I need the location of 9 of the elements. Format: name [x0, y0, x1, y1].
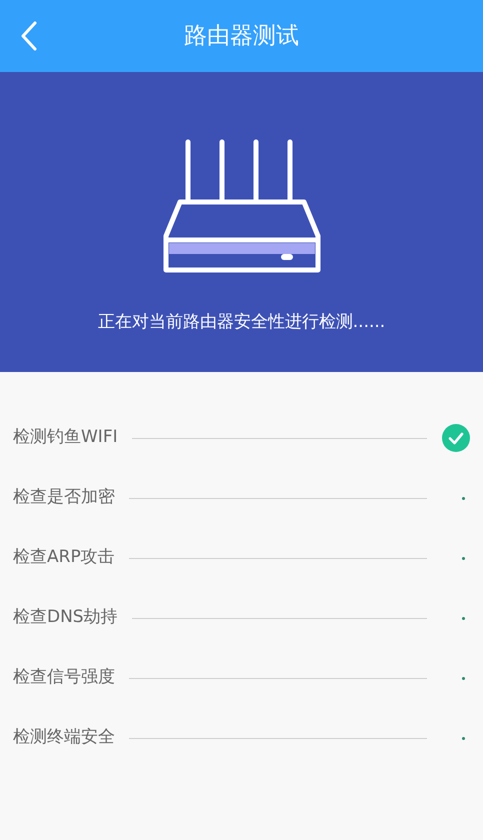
check-label: 检测终端安全: [13, 726, 115, 750]
check-label: 检测钓鱼WIFI: [13, 426, 118, 450]
back-icon: [21, 21, 37, 51]
check-label: 检查信号强度: [13, 666, 115, 690]
scan-status-text: 正在对当前路由器安全性进行检测......: [98, 311, 386, 334]
check-label: 检查DNS劫持: [13, 606, 118, 630]
check-label: 检查ARP攻击: [13, 546, 115, 570]
page-title: 路由器测试: [184, 22, 299, 51]
check-label: 检查是否加密: [13, 486, 115, 510]
